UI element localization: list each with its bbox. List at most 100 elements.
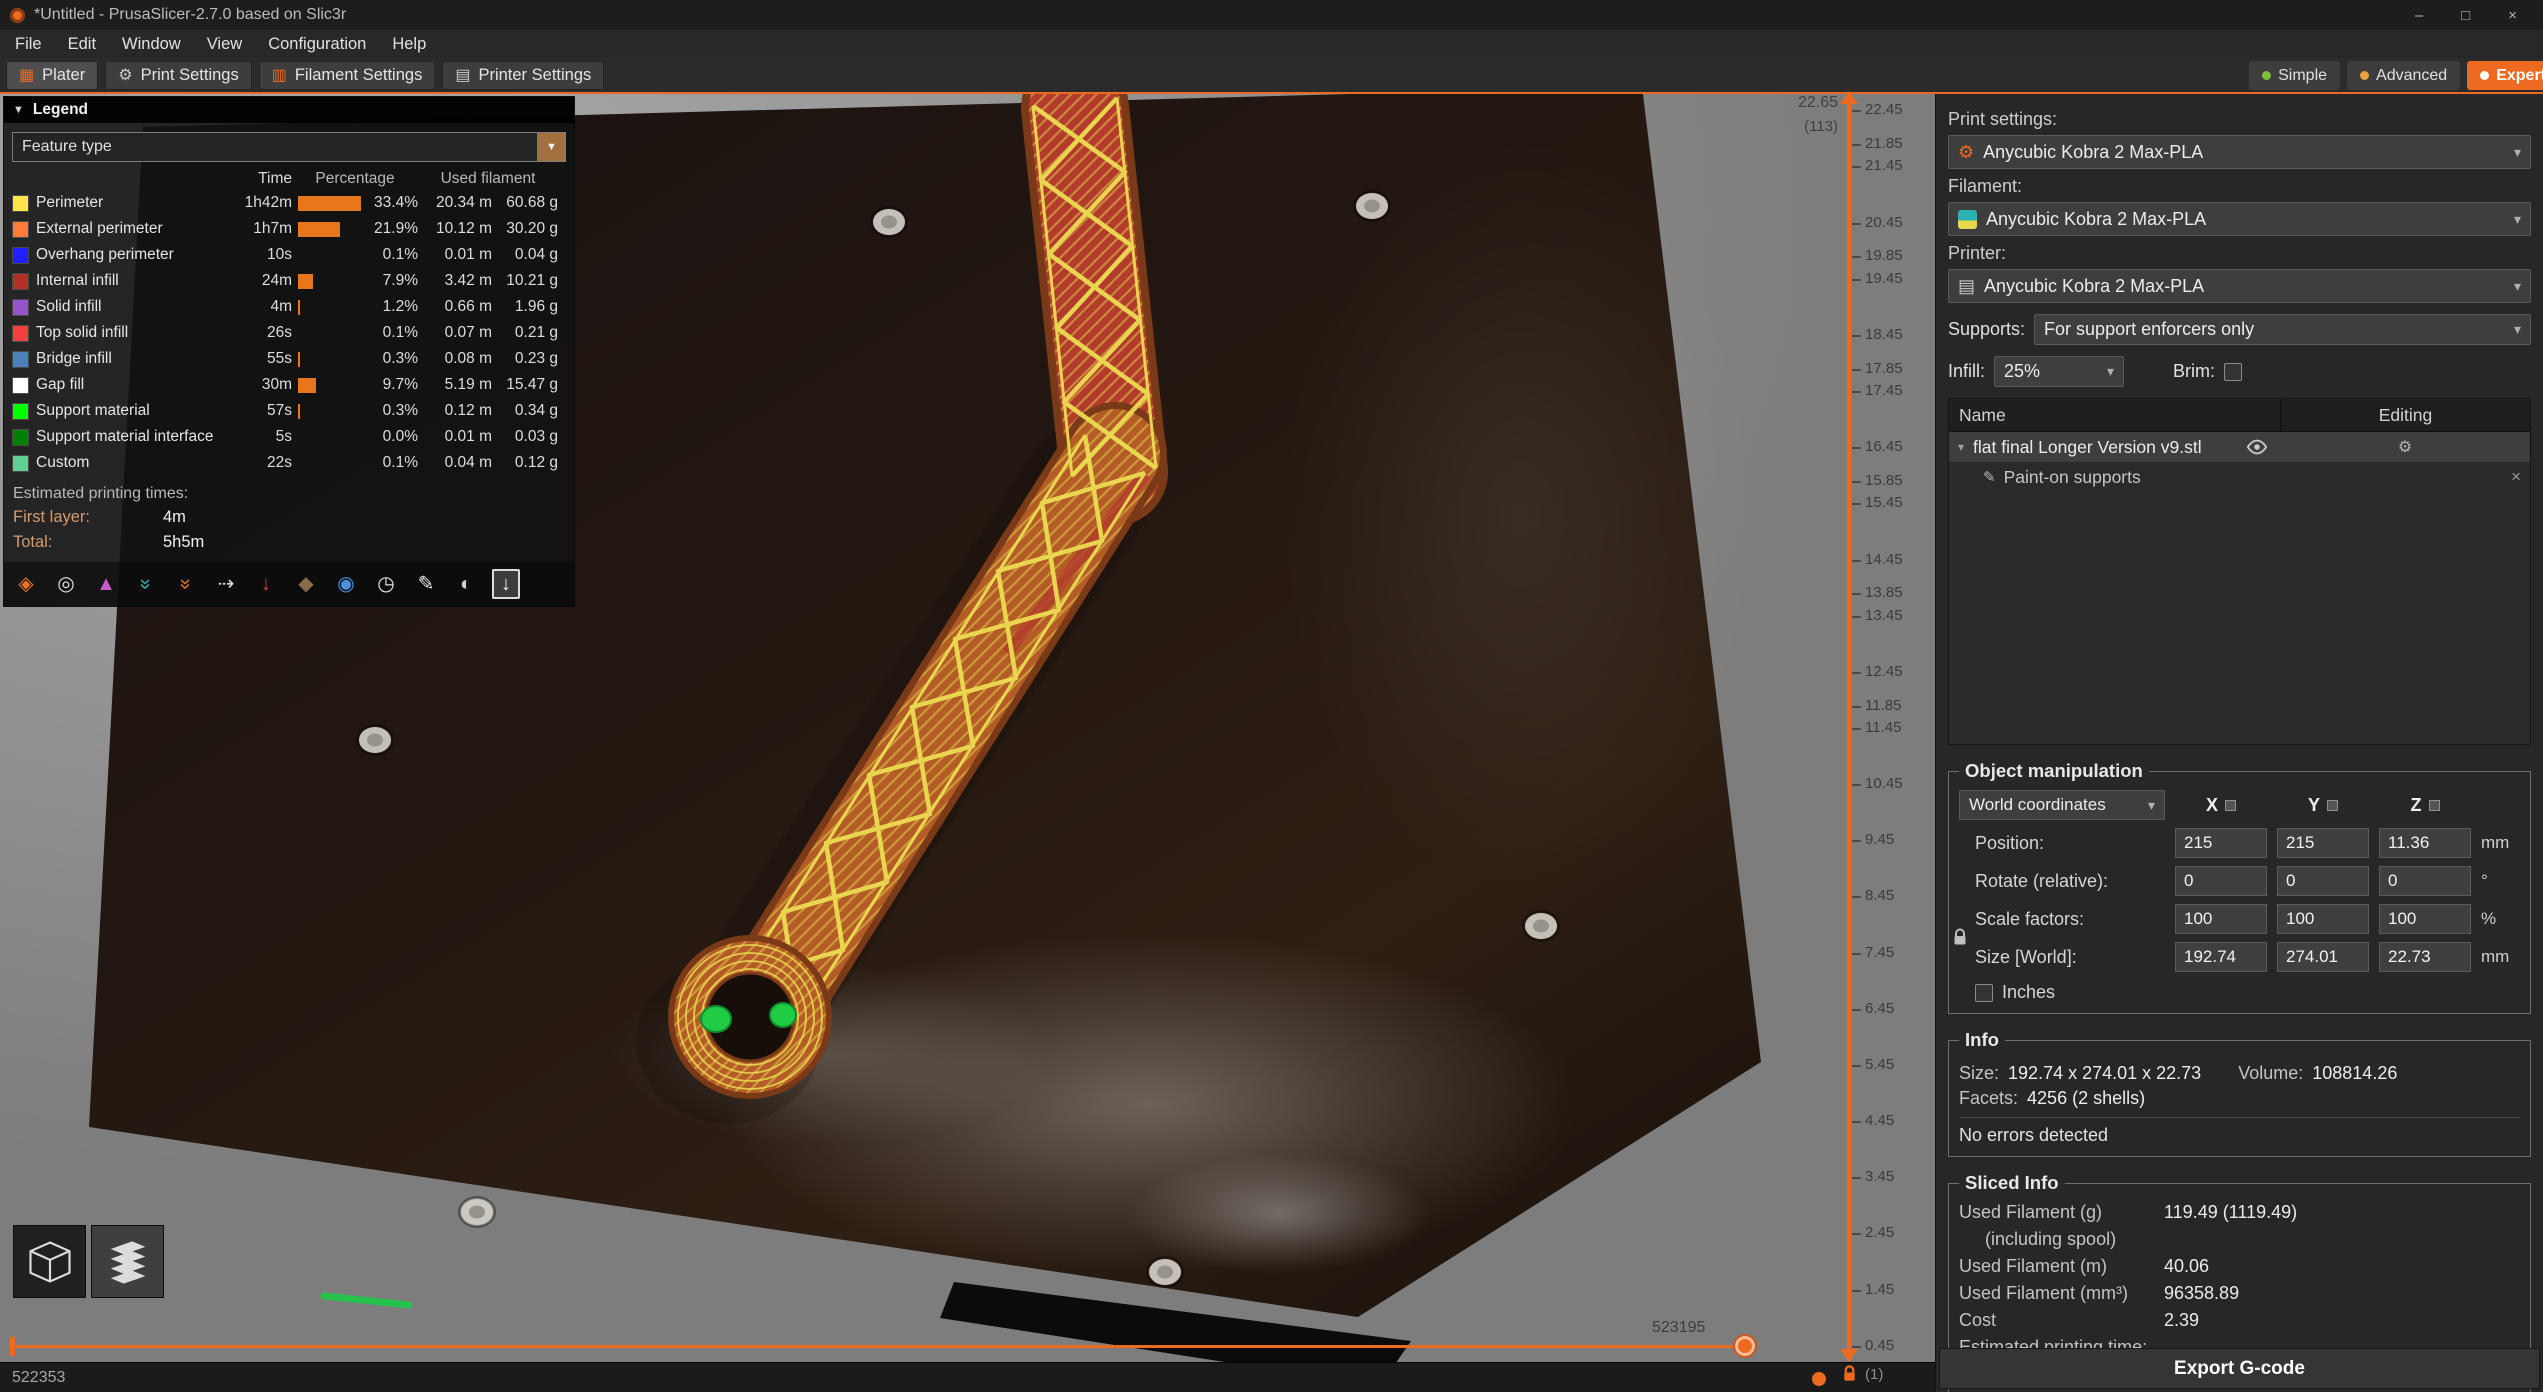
feature-color-swatch bbox=[12, 194, 29, 212]
slider-lock-icon[interactable] bbox=[1841, 1365, 1858, 1382]
mode-simple[interactable]: Simple bbox=[2249, 61, 2341, 90]
feature-length: 0.01 m bbox=[444, 428, 492, 445]
paint-on-supports-row[interactable]: ✎ Paint-on supports × bbox=[1949, 462, 2530, 492]
layer-tick-label: 15.85 bbox=[1865, 471, 1903, 489]
manip-position-x-input[interactable] bbox=[2175, 828, 2267, 858]
sliced-value: 96358.89 bbox=[2164, 1283, 2240, 1303]
feature-weight: 10.21 g bbox=[506, 272, 558, 289]
layer-tick bbox=[1852, 1177, 1861, 1180]
view-type-combo[interactable]: Feature type ▼ bbox=[12, 132, 566, 162]
retractions-icon[interactable]: » bbox=[132, 569, 160, 599]
extruder-icon-glyph: ◈ bbox=[18, 573, 34, 595]
pause-prints-icon[interactable]: ◷ bbox=[372, 569, 400, 599]
layer-tick bbox=[1852, 784, 1861, 787]
layers-slider-low-handle[interactable] bbox=[1840, 1349, 1858, 1362]
3d-viewport[interactable]: ▼ Legend Feature type ▼ Time Percentage … bbox=[0, 94, 1935, 1362]
mirror-toggle-y[interactable] bbox=[2327, 799, 2338, 811]
tool-changes-icon[interactable]: ◆ bbox=[292, 569, 320, 599]
mode-advanced[interactable]: Advanced bbox=[2347, 61, 2461, 90]
layers-slider-high-handle[interactable] bbox=[1840, 91, 1858, 104]
menu-window[interactable]: Window bbox=[109, 30, 194, 58]
feature-weight: 0.21 g bbox=[514, 324, 558, 341]
manip-scale-factors-y-input[interactable] bbox=[2277, 904, 2369, 934]
menu-file[interactable]: File bbox=[2, 30, 55, 58]
coordinates-combo[interactable]: World coordinates ▾ bbox=[1959, 790, 2165, 820]
shells-icon[interactable]: ◎ bbox=[52, 569, 80, 599]
legend-row-custom: Custom 22s 0.1% 0.04 m 0.12 g bbox=[4, 450, 574, 476]
custom-gcode-icon[interactable]: ✎ bbox=[412, 569, 440, 599]
layer-tick-label: 4.45 bbox=[1865, 1112, 1895, 1130]
menu-edit[interactable]: Edit bbox=[55, 30, 109, 58]
notification-dot-icon[interactable] bbox=[1812, 1372, 1826, 1386]
object-row[interactable]: ▾ flat final Longer Version v9.stl ⚙ bbox=[1949, 432, 2530, 462]
minimize-button[interactable]: – bbox=[2415, 7, 2423, 24]
statusbar: 522353 bbox=[0, 1362, 1935, 1392]
eye-icon[interactable] bbox=[2246, 439, 2268, 455]
legend-row-support-material-interface: Support material interface 5s 0.0% 0.01 m 0.… bbox=[4, 424, 574, 450]
brim-checkbox[interactable] bbox=[2224, 362, 2243, 381]
seams-icon[interactable]: » bbox=[172, 569, 200, 599]
print-settings-combo[interactable]: ⚙ Anycubic Kobra 2 Max-PLA ▾ bbox=[1948, 135, 2531, 169]
color-print-icon[interactable]: ◉ bbox=[332, 569, 360, 599]
manip-scale-factors-x-input[interactable] bbox=[2175, 904, 2267, 934]
layers-slider-track[interactable] bbox=[1847, 100, 1851, 1358]
manip-scale-factors-z-input[interactable] bbox=[2379, 904, 2471, 934]
export-gcode-button[interactable]: Export G-code bbox=[1939, 1348, 2540, 1389]
tab-print-settings[interactable]: ⚙ Print Settings bbox=[105, 61, 252, 90]
moves-slider-low-handle[interactable] bbox=[10, 1337, 15, 1356]
chevron-down-icon: ▾ bbox=[2147, 796, 2155, 813]
feature-color-swatch bbox=[12, 428, 29, 446]
menu-configuration[interactable]: Configuration bbox=[255, 30, 379, 58]
manip-size-world-z-input[interactable] bbox=[2379, 942, 2471, 972]
shells-view-icon[interactable]: ◐ bbox=[452, 569, 480, 599]
3d-editor-view-button[interactable] bbox=[13, 1225, 86, 1298]
manip-size-world-y-input[interactable] bbox=[2277, 942, 2369, 972]
close-icon[interactable]: × bbox=[2511, 467, 2521, 487]
wipe-icon[interactable]: ↓ bbox=[252, 569, 280, 599]
legend-row-support-material: Support material 57s 0.3% 0.12 m 0.34 g bbox=[4, 398, 574, 424]
inches-checkbox[interactable] bbox=[1975, 983, 1993, 1002]
manip-label-position: Position: bbox=[1975, 832, 2045, 853]
manip-size-world-x-input[interactable] bbox=[2175, 942, 2267, 972]
manip-rotate-relative-y-input[interactable] bbox=[2277, 866, 2369, 896]
mirror-toggle-x[interactable] bbox=[2225, 799, 2236, 811]
view-type-dropdown-icon[interactable]: ▼ bbox=[537, 133, 565, 161]
legend-header[interactable]: ▼ Legend bbox=[4, 97, 574, 123]
object-manipulation-title: Object manipulation bbox=[1965, 760, 2143, 781]
manip-rotate-relative-x-input[interactable] bbox=[2175, 866, 2267, 896]
layer-tick-label: 19.85 bbox=[1865, 247, 1903, 265]
maximize-button[interactable]: □ bbox=[2461, 7, 2470, 24]
color-changes-icon[interactable]: ▲ bbox=[92, 569, 120, 599]
supports-combo[interactable]: For support enforcers only ▾ bbox=[2034, 314, 2531, 345]
moves-slider-high-handle[interactable] bbox=[1733, 1334, 1757, 1358]
travels-icon[interactable]: ⇢ bbox=[212, 569, 240, 599]
legend-rows: Perimeter 1h42m 33.4% 20.34 m 60.68 g Externa… bbox=[4, 190, 574, 476]
manip-position-y-input[interactable] bbox=[2277, 828, 2369, 858]
manip-position-z-input[interactable] bbox=[2379, 828, 2471, 858]
moves-slider-track[interactable] bbox=[13, 1345, 1749, 1348]
collapse-icon[interactable]: ▼ bbox=[13, 104, 24, 116]
menu-view[interactable]: View bbox=[194, 30, 255, 58]
tool-marker-icon[interactable]: ↓ bbox=[492, 569, 520, 599]
manip-label-rotate-relative: Rotate (relative): bbox=[1975, 870, 2109, 891]
filament-label: Filament: bbox=[1948, 176, 2023, 196]
tab-plater[interactable]: ▦ Plater bbox=[6, 61, 99, 90]
mirror-toggle-z[interactable] bbox=[2428, 799, 2440, 811]
infill-combo[interactable]: 25% ▾ bbox=[1994, 356, 2125, 387]
moves-slider-value: 523195 bbox=[1652, 1319, 1706, 1336]
layer-tick bbox=[1852, 222, 1861, 225]
menu-help[interactable]: Help bbox=[379, 30, 439, 58]
tab-printer-settings[interactable]: ▤ Printer Settings bbox=[442, 61, 605, 90]
tab-filament-settings[interactable]: ▥ Filament Settings bbox=[258, 61, 436, 90]
editing-cell-icon[interactable]: ⚙ bbox=[2280, 432, 2530, 462]
manip-rotate-relative-z-input[interactable] bbox=[2379, 866, 2471, 896]
info-title: Info bbox=[1965, 1029, 1999, 1050]
preview-view-button[interactable] bbox=[91, 1225, 164, 1298]
printer-combo[interactable]: ▤ Anycubic Kobra 2 Max-PLA ▾ bbox=[1948, 269, 2531, 303]
filament-combo[interactable]: Anycubic Kobra 2 Max-PLA ▾ bbox=[1948, 202, 2531, 236]
manip-label-size-world: Size [World]: bbox=[1975, 946, 2077, 967]
mode-expert[interactable]: Expert bbox=[2467, 61, 2543, 90]
feature-percentage: 0.3% bbox=[382, 402, 418, 419]
extruder-icon[interactable]: ◈ bbox=[12, 569, 40, 599]
close-button[interactable]: × bbox=[2508, 7, 2517, 24]
